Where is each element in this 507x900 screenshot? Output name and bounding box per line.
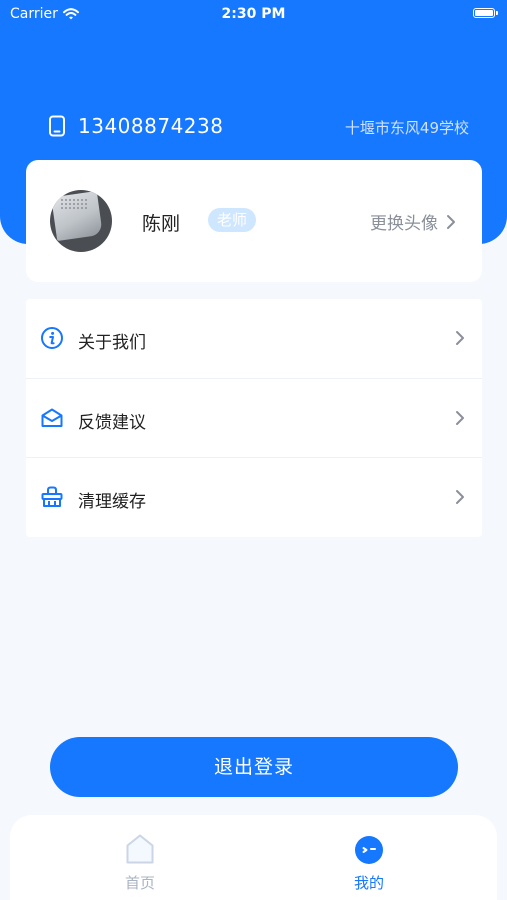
- phone-number: 13408874238: [78, 114, 224, 138]
- menu-item-label: 反馈建议: [78, 413, 146, 433]
- change-avatar-label: 更换头像: [370, 214, 438, 234]
- logout-button[interactable]: 退出登录: [50, 737, 458, 797]
- phone-icon: [49, 115, 65, 137]
- menu-list: 关于我们 反馈建议 清理缓存: [26, 299, 482, 537]
- chevron-right-icon: [456, 490, 464, 504]
- status-bar: Carrier 2:30 PM: [0, 0, 507, 28]
- avatar[interactable]: [50, 190, 112, 252]
- profile-card: 陈刚 老师 更换头像: [26, 160, 482, 282]
- chevron-right-icon: [447, 214, 455, 229]
- home-icon: [126, 834, 154, 864]
- info-icon: [41, 327, 63, 349]
- status-time: 2:30 PM: [221, 6, 286, 22]
- menu-item-feedback[interactable]: 反馈建议: [26, 378, 482, 458]
- tab-mine[interactable]: 我的: [329, 833, 409, 893]
- battery-icon: [473, 8, 498, 18]
- tab-home-label: 首页: [124, 874, 155, 892]
- mail-icon: [41, 408, 63, 427]
- menu-item-about[interactable]: 关于我们: [26, 299, 482, 378]
- menu-item-label: 清理缓存: [78, 492, 146, 512]
- basket-icon: [41, 486, 63, 507]
- chevron-right-icon: [456, 411, 464, 425]
- phone-info: 13408874238: [48, 114, 223, 138]
- tab-bar: 首页 我的: [10, 815, 497, 900]
- profile-icon: [355, 836, 383, 864]
- tab-home[interactable]: 首页: [100, 833, 180, 893]
- school-name: 十堰市东风49学校: [344, 119, 469, 137]
- chevron-right-icon: [456, 331, 464, 345]
- user-name: 陈刚: [142, 213, 181, 235]
- menu-item-clear-cache[interactable]: 清理缓存: [26, 457, 482, 537]
- role-badge: 老师: [208, 208, 257, 232]
- tab-mine-label: 我的: [353, 874, 384, 892]
- change-avatar-button[interactable]: 更换头像: [370, 209, 456, 234]
- menu-item-label: 关于我们: [78, 333, 146, 353]
